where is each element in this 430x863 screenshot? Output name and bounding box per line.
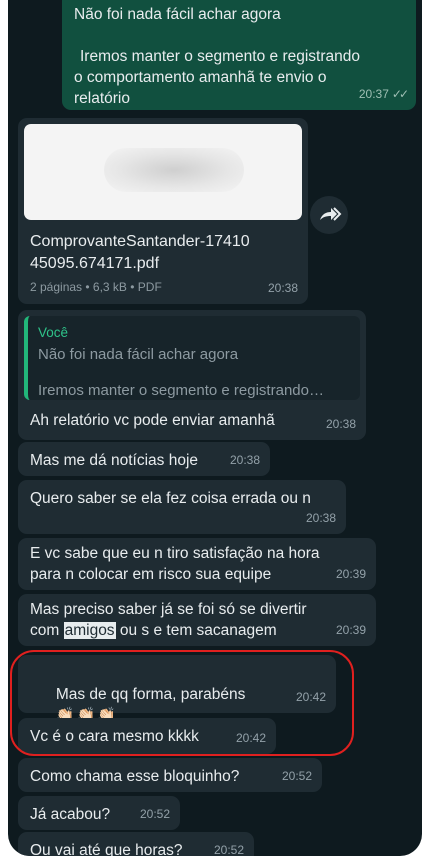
forward-icon[interactable]: [310, 196, 348, 234]
message-text: Ou vai até que horas?: [30, 842, 183, 856]
message-incoming[interactable]: Mas preciso saber já se foi só se divert…: [18, 594, 376, 646]
message-incoming[interactable]: Como chama esse bloquinho? 20:52: [18, 758, 322, 792]
time-text: 20:37: [358, 87, 389, 101]
message-time: 20:38: [305, 511, 336, 525]
message-incoming[interactable]: Mas me dá notícias hoje 20:38: [18, 442, 270, 476]
message-text: Não foi nada fácil achar agora Iremos ma…: [74, 4, 360, 109]
message-time: 20:39: [335, 567, 366, 581]
document-filename: ComprovanteSantander-17410 45095.674171.…: [30, 231, 250, 275]
blurred-preview-content: [104, 148, 244, 192]
message-line: E vc sabe que eu n tiro satisfação na ho…: [30, 545, 320, 562]
message-text: Como chama esse bloquinho?: [30, 768, 240, 785]
message-line: o comportamento amanhã te envio o: [74, 69, 327, 86]
message-time: 20:52: [139, 807, 170, 821]
document-message[interactable]: ComprovanteSantander-17410 45095.674171.…: [18, 118, 308, 304]
message-text: E vc sabe que eu n tiro satisfação na ho…: [30, 543, 320, 585]
message-time: 20:38: [229, 453, 260, 467]
message-text: Já acabou?: [30, 806, 111, 823]
message-time: 20:38: [325, 417, 356, 431]
quote-text: Iremos manter o segmento e registrando…: [38, 382, 324, 399]
message-time: 20:52: [281, 769, 312, 783]
message-incoming[interactable]: Ou vai até que horas? 20:52: [18, 832, 254, 856]
filename-line: ComprovanteSantander-17410: [30, 233, 250, 250]
message-time: 20:52: [213, 843, 244, 856]
message-line: Não foi nada fácil achar agora: [74, 6, 281, 23]
message-time: 20:38: [267, 281, 298, 295]
message-time: 20:37 ✓✓: [358, 84, 409, 105]
message-incoming[interactable]: Já acabou? 20:52: [18, 796, 180, 830]
selected-word[interactable]: amigos: [63, 622, 116, 639]
message-text: Quero saber se ela fez coisa errada ou n: [30, 490, 311, 507]
chat-screen: Não foi nada fácil achar agora Iremos ma…: [8, 0, 422, 856]
text-segment: ou s e tem sacanagem: [115, 622, 277, 639]
message-line: relatório: [74, 90, 130, 107]
document-meta: 2 páginas • 6,3 kB • PDF: [30, 280, 162, 294]
reply-message[interactable]: Você Não foi nada fácil achar agora Irem…: [18, 310, 366, 440]
message-text: Mas me dá notícias hoje: [30, 452, 199, 469]
message-line: Iremos manter o segmento e registrando: [80, 48, 360, 65]
message-line: com amigos ou s e tem sacanagem: [30, 620, 307, 641]
message-incoming[interactable]: E vc sabe que eu n tiro satisfação na ho…: [18, 538, 376, 590]
message-outgoing[interactable]: Não foi nada fácil achar agora Iremos ma…: [62, 0, 416, 110]
quoted-message[interactable]: Você Não foi nada fácil achar agora Irem…: [24, 316, 360, 400]
message-incoming[interactable]: Quero saber se ela fez coisa errada ou n…: [18, 480, 346, 534]
document-preview[interactable]: [24, 124, 302, 220]
message-line: para n colocar em risco sua equipe: [30, 566, 272, 583]
filename-line: 45095.674171.pdf: [30, 255, 160, 272]
message-time: 20:39: [335, 623, 366, 637]
quote-text: Não foi nada fácil achar agora: [38, 346, 239, 363]
red-highlight-annotation: [10, 650, 354, 756]
text-segment: com: [30, 622, 64, 639]
message-text: Ah relatório vc pode enviar amanhã: [30, 412, 275, 429]
read-receipt-icon: ✓✓: [391, 87, 409, 101]
message-text: Mas preciso saber já se foi só se divert…: [30, 599, 307, 641]
message-line: Mas preciso saber já se foi só se divert…: [30, 601, 307, 618]
quote-author: Você: [38, 325, 69, 340]
